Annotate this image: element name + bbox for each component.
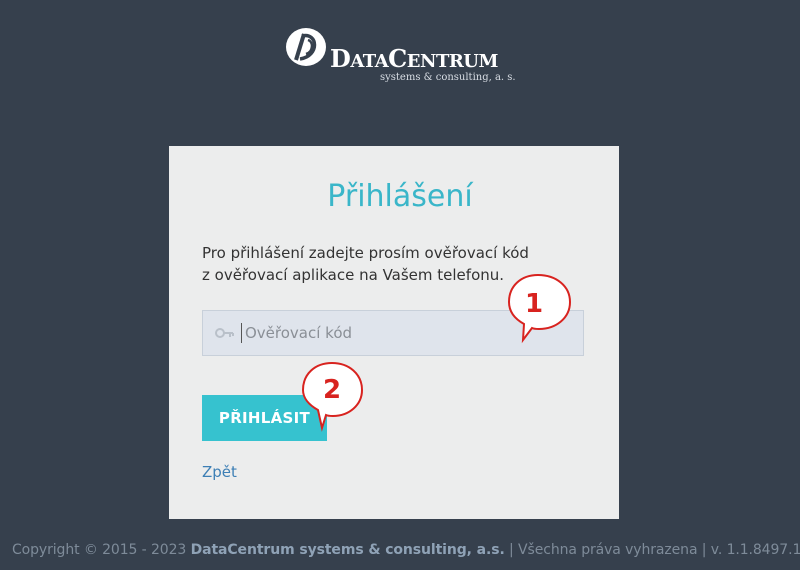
brand-name: DATACENTRUM xyxy=(330,44,498,73)
callout-1-number: 1 xyxy=(525,289,543,319)
brand-tagline: systems & consulting, a. s. xyxy=(380,72,516,83)
instruction-line-1: Pro přihlášení zadejte prosím ověřovací … xyxy=(202,244,529,262)
datacentrum-logo: DATACENTRUM systems & consulting, a. s. xyxy=(284,26,516,88)
page-footer: Copyright © 2015 - 2023 DataCentrum syst… xyxy=(12,542,800,558)
rights-text: Všechna práva vyhrazena xyxy=(518,542,698,558)
login-page: DATACENTRUM systems & consulting, a. s. … xyxy=(0,0,800,570)
datacentrum-logo-icon xyxy=(286,28,326,66)
instruction-line-2: z ověřovací aplikace na Vašem telefonu. xyxy=(202,266,505,284)
page-title: Přihlášení xyxy=(327,179,473,214)
back-link[interactable]: Zpět xyxy=(202,463,237,481)
key-icon xyxy=(215,328,234,338)
company-name: DataCentrum systems & consulting, a.s. xyxy=(190,542,505,558)
copyright-text: Copyright © 2015 - 2023 xyxy=(12,542,187,558)
callout-1: 1 xyxy=(507,273,572,344)
version-text: v. 1.1.8497.1898 xyxy=(710,542,800,558)
login-instructions: Pro přihlášení zadejte prosím ověřovací … xyxy=(202,242,532,286)
footer-separator-1: | xyxy=(509,542,514,558)
callout-2: 2 xyxy=(301,361,364,432)
footer-separator-2: | xyxy=(701,542,707,558)
callout-2-number: 2 xyxy=(323,375,341,405)
